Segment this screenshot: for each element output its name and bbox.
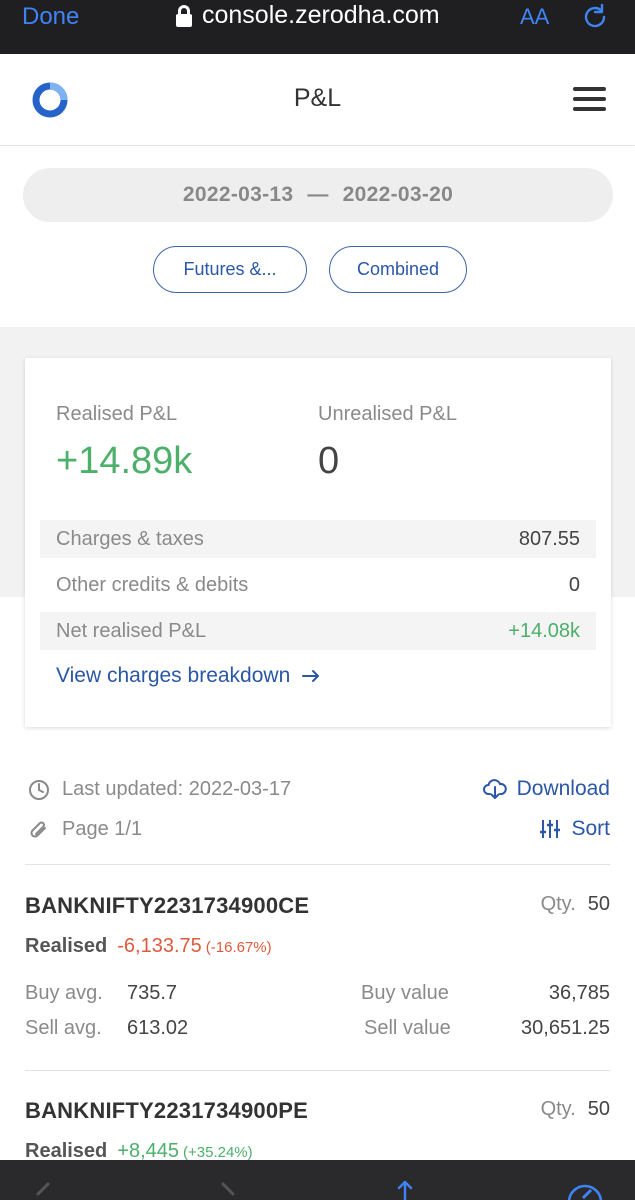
position-realised: Realised +8,445 (+35.24%) [25, 1140, 253, 1160]
url-bar[interactable]: console.zerodha.com [176, 1, 440, 30]
realised-label: Realised [25, 935, 108, 957]
unrealised-pnl-label: Unrealised P&L [318, 403, 457, 425]
position-qty: Qty. 50 [541, 893, 610, 916]
buy-value: Buy value [361, 982, 449, 1005]
browser-toolbar: Done console.zerodha.com AA [0, 0, 635, 54]
cloud-download-icon [482, 779, 507, 799]
realised-label: Realised [25, 1140, 108, 1160]
date-to: 2022-03-20 [342, 183, 454, 206]
browser-bottom-toolbar [0, 1160, 635, 1200]
position-symbol: BANKNIFTY2231734900PE [25, 1098, 309, 1123]
back-icon[interactable] [30, 1182, 56, 1200]
charges-row: Charges & taxes 807.55 [40, 520, 596, 558]
sort-label: Sort [571, 817, 610, 840]
other-credits-label: Other credits & debits [56, 573, 249, 596]
position-symbol: BANKNIFTY2231734900CE [25, 893, 310, 918]
sell-value-cell: 30,651.25 [521, 1017, 610, 1040]
position-qty: Qty. 50 [541, 1098, 610, 1121]
last-updated: Last updated: 2022-03-17 [28, 778, 291, 801]
compass-icon[interactable] [565, 1182, 605, 1200]
pnl-summary-card: Realised P&L +14.89k Unrealised P&L 0 Ch… [25, 358, 611, 727]
download-label: Download [516, 777, 610, 800]
text-size-button[interactable]: AA [520, 4, 549, 30]
qty-value: 50 [587, 893, 610, 915]
realised-value: -6,133.75 [117, 935, 202, 957]
page-text: Page 1/1 [62, 818, 143, 840]
unrealised-pnl-value: 0 [318, 440, 340, 482]
sell-value-label: Sell value [364, 1017, 451, 1039]
last-updated-text: Last updated: 2022-03-17 [62, 778, 292, 800]
combined-select[interactable]: Combined [329, 246, 467, 293]
date-separator: — [307, 183, 329, 206]
realised-pnl-value: +14.89k [56, 440, 193, 482]
buy-avg-value: 735.7 [127, 982, 178, 1004]
position-realised: Realised -6,133.75 (-16.67%) [25, 935, 272, 958]
list-divider [25, 1070, 610, 1071]
sell-value: Sell value [364, 1017, 451, 1040]
segment-select[interactable]: Futures &... [153, 246, 307, 293]
charges-value: 807.55 [518, 527, 580, 550]
date-from: 2022-03-13 [182, 183, 294, 206]
breakdown-link-label: View charges breakdown [56, 664, 291, 687]
charges-label: Charges & taxes [56, 527, 204, 550]
sell-avg-value-cell: 613.02 [127, 1017, 188, 1040]
position-item[interactable]: BANKNIFTY2231734900PE Qty. 50 Realised +8,… [0, 1098, 635, 1160]
buy-avg: Buy avg. [25, 982, 103, 1005]
sliders-icon [540, 820, 561, 838]
arrow-right-icon [302, 670, 320, 682]
download-button[interactable]: Download [482, 777, 610, 801]
net-realised-value: +14.08k [508, 619, 580, 642]
qty-value: 50 [587, 1098, 610, 1120]
other-credits-value: 0 [568, 573, 580, 596]
view-charges-breakdown-link[interactable]: View charges breakdown [56, 664, 320, 688]
realised-percent: (-16.67%) [205, 939, 272, 956]
realised-value: +8,445 [117, 1140, 179, 1160]
other-credits-row: Other credits & debits 0 [40, 566, 596, 604]
buy-avg-label: Buy avg. [25, 982, 103, 1004]
buy-avg-value-cell: 735.7 [127, 982, 177, 1005]
app-header: P&L [0, 54, 635, 146]
share-icon[interactable] [390, 1180, 420, 1200]
reload-icon[interactable] [580, 2, 610, 32]
realised-percent: (+35.24%) [183, 1144, 253, 1160]
paperclip-icon [30, 821, 46, 838]
forward-icon[interactable] [215, 1182, 241, 1200]
qty-label: Qty. [540, 893, 576, 915]
realised-pnl-label: Realised P&L [56, 403, 178, 425]
qty-label: Qty. [540, 1098, 576, 1120]
sort-button[interactable]: Sort [539, 817, 610, 841]
buy-value-label: Buy value [361, 982, 449, 1004]
filter-panel: 2022-03-13 — 2022-03-20 Futures &... Com… [0, 146, 635, 327]
page-title: P&L [293, 84, 342, 112]
buy-value-cell: 36,785 [549, 982, 610, 1005]
hamburger-menu-icon[interactable] [573, 87, 606, 111]
sell-value-amount: 30,651.25 [521, 1017, 610, 1039]
clock-icon [29, 779, 49, 800]
net-realised-label: Net realised P&L [56, 619, 207, 642]
buy-value-amount: 36,785 [548, 982, 610, 1004]
position-item[interactable]: BANKNIFTY2231734900CE Qty. 50 Realised -6,… [0, 893, 635, 1053]
done-button[interactable]: Done [22, 3, 79, 31]
sell-avg-label: Sell avg. [25, 1017, 102, 1039]
lock-icon [176, 4, 192, 27]
net-realised-row: Net realised P&L +14.08k [40, 612, 596, 650]
page-indicator: Page 1/1 [28, 818, 142, 841]
sell-avg: Sell avg. [25, 1017, 102, 1040]
date-range-picker[interactable]: 2022-03-13 — 2022-03-20 [23, 168, 613, 222]
list-divider [25, 864, 610, 865]
sell-avg-value: 613.02 [127, 1017, 189, 1039]
url-text: console.zerodha.com [202, 1, 440, 29]
